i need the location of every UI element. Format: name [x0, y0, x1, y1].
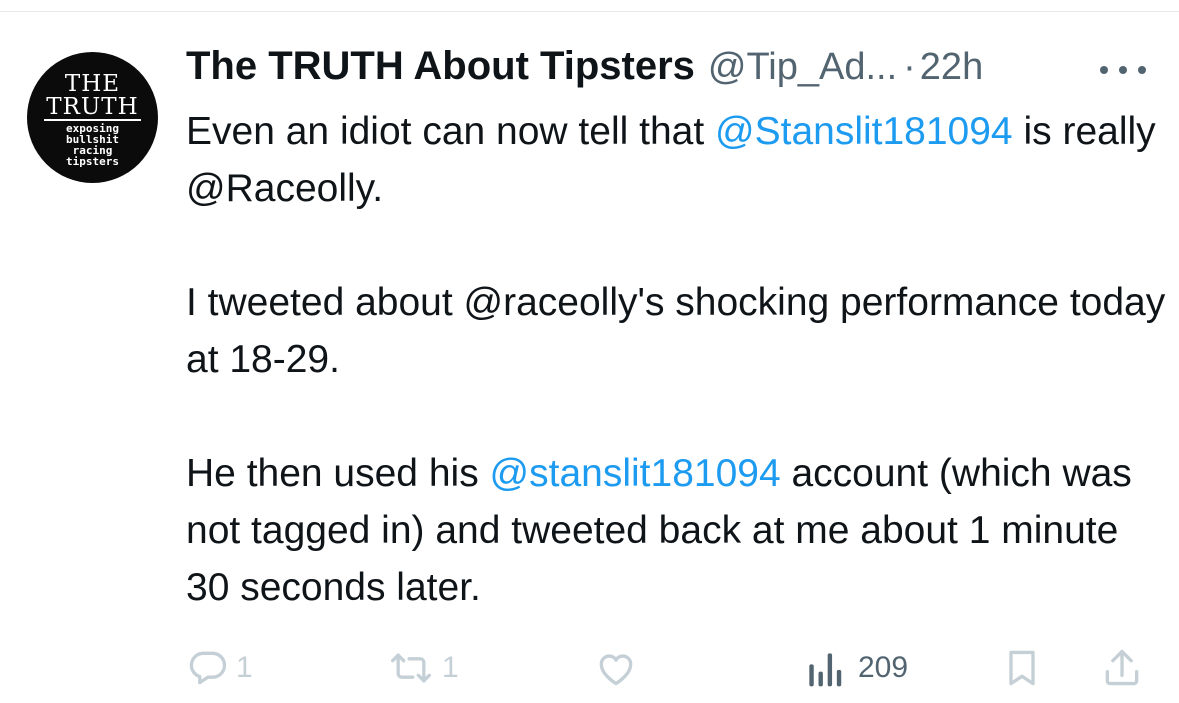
bookmark-icon	[1009, 650, 1035, 686]
retweet-icon	[391, 653, 431, 683]
avatar[interactable]: THE TRUTH exposing bullshit racing tipst…	[27, 52, 158, 183]
more-icon-dot	[1119, 66, 1127, 74]
reply-count: 1	[236, 651, 253, 684]
top-divider	[0, 11, 1179, 12]
action-bar: 1 1 209	[186, 640, 1146, 700]
share-icon	[1105, 649, 1139, 686]
reply-icon	[189, 651, 227, 685]
timestamp[interactable]: 22h	[920, 46, 983, 89]
bookmark-button[interactable]	[1000, 640, 1044, 696]
more-icon-dot	[1138, 66, 1146, 74]
user-handle[interactable]: @Tip_Ad...	[708, 46, 897, 89]
avatar-line-1: THE	[64, 70, 121, 97]
separator-dot: ·	[903, 46, 916, 88]
views-button[interactable]: 209	[804, 640, 908, 696]
views-chart-icon	[809, 653, 842, 687]
avatar-line-3: exposing	[66, 121, 119, 135]
views-count: 209	[858, 651, 909, 684]
tweet-header: The TRUTH About Tipsters @Tip_Ad... · 22…	[186, 44, 983, 94]
avatar-line-5: racing	[72, 143, 113, 157]
avatar-line-4: bullshit	[66, 132, 119, 146]
avatar-line-6: tipsters	[66, 154, 119, 168]
tweet-text: Even an idiot can now tell that @Stansli…	[186, 103, 1166, 616]
reply-button[interactable]: 1	[186, 640, 253, 696]
avatar-line-2: TRUTH	[44, 93, 141, 121]
like-button[interactable]	[594, 640, 638, 696]
retweet-count: 1	[442, 651, 459, 684]
heart-icon	[599, 654, 633, 686]
mention-link[interactable]: @stanslit181094	[490, 452, 781, 495]
more-icon-dot	[1100, 66, 1108, 74]
tweet-paragraph-3: He then used his @stanslit181094 account…	[186, 445, 1166, 616]
tweet-text-segment: Even an idiot can now tell that	[186, 110, 715, 153]
share-button[interactable]	[1100, 640, 1144, 696]
tweet-text-segment: He then used his	[186, 452, 490, 495]
mention-link[interactable]: @Stanslit181094	[715, 110, 1013, 153]
tweet-paragraph-2: I tweeted about @raceolly's shocking per…	[186, 281, 1166, 381]
tweet-paragraph-1: Even an idiot can now tell that @Stansli…	[186, 103, 1166, 217]
more-icon[interactable]	[1100, 64, 1146, 76]
retweet-button[interactable]: 1	[386, 640, 459, 696]
display-name[interactable]: The TRUTH About Tipsters	[186, 44, 695, 89]
